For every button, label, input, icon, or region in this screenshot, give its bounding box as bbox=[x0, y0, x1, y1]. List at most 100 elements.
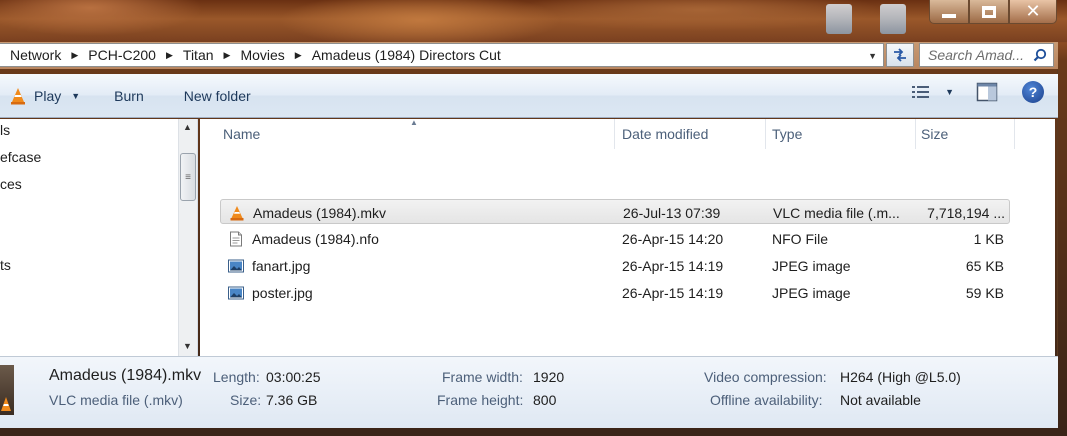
breadcrumb-chevron-icon[interactable]: ▶ bbox=[71, 50, 78, 61]
new-folder-button[interactable]: New folder bbox=[178, 81, 257, 111]
play-chevron-down-icon[interactable]: ▼ bbox=[71, 91, 80, 101]
file-name-cell: Amadeus (1984).mkv bbox=[229, 200, 609, 225]
breadcrumb-titan[interactable]: Titan ▶ bbox=[183, 47, 241, 63]
file-size: 1 KB bbox=[973, 230, 1004, 247]
length-label: Length: bbox=[213, 369, 260, 385]
file-size: 7,718,194 ... bbox=[927, 204, 1005, 221]
burn-button[interactable]: Burn bbox=[108, 81, 150, 111]
help-icon[interactable]: ? bbox=[1022, 81, 1044, 103]
text-file-icon bbox=[230, 231, 242, 246]
nav-item[interactable]: efcase bbox=[0, 149, 41, 165]
file-date: 26-Apr-15 14:20 bbox=[622, 230, 724, 247]
minimize-icon bbox=[942, 13, 956, 18]
address-history-chevron-down-icon[interactable]: ▼ bbox=[868, 51, 877, 61]
minimize-button[interactable] bbox=[929, 0, 969, 24]
search-placeholder: Search Amad... bbox=[928, 47, 1024, 63]
file-row[interactable]: fanart.jpg 26-Apr-15 14:19 JPEG image 65… bbox=[220, 253, 1010, 278]
file-date: 26-Apr-15 14:19 bbox=[622, 257, 724, 274]
details-file-type: VLC media file (.mkv) bbox=[49, 392, 183, 408]
view-options-chevron-down-icon[interactable]: ▼ bbox=[945, 87, 954, 97]
search-icon[interactable] bbox=[1033, 48, 1047, 62]
breadcrumb-current-folder[interactable]: Amadeus (1984) Directors Cut bbox=[312, 47, 501, 63]
column-header-type[interactable]: Type bbox=[764, 119, 916, 149]
command-bar: Play ▼ Burn New folder ▼ ? bbox=[0, 74, 1058, 118]
file-name: Amadeus (1984).nfo bbox=[252, 230, 379, 247]
preview-pane-icon[interactable] bbox=[976, 82, 998, 102]
explorer-window: Network ▶ PCH-C200 ▶ Titan ▶ Movies ▶ Amadeu… bbox=[0, 42, 1058, 428]
file-name: poster.jpg bbox=[252, 284, 313, 301]
play-button[interactable]: Play ▼ bbox=[4, 81, 86, 111]
frame-width-label: Frame width: bbox=[442, 369, 523, 385]
scroll-down-icon[interactable]: ▼ bbox=[183, 341, 192, 351]
window-controls: ✕ bbox=[929, 0, 1057, 26]
scrollbar-thumb[interactable]: ≡ bbox=[180, 153, 196, 201]
file-list: ▲ Name Date modified Type Size Amadeus (… bbox=[200, 118, 1055, 356]
details-file-name: Amadeus (1984).mkv bbox=[49, 367, 202, 384]
file-row[interactable]: Amadeus (1984).nfo 26-Apr-15 14:20 NFO F… bbox=[220, 226, 1010, 251]
breadcrumb-network[interactable]: Network ▶ bbox=[10, 47, 88, 63]
refresh-button[interactable] bbox=[886, 43, 914, 67]
frame-width-value: 1920 bbox=[533, 369, 565, 385]
file-size: 59 KB bbox=[965, 284, 1004, 301]
size-value: 7.36 GB bbox=[266, 392, 318, 408]
vlc-cone-icon bbox=[1, 397, 11, 411]
file-name: Amadeus (1984).mkv bbox=[253, 204, 387, 221]
file-type: JPEG image bbox=[772, 257, 851, 274]
nav-item[interactable]: ls bbox=[0, 122, 10, 138]
offline-availability-value: Not available bbox=[840, 392, 921, 408]
burn-label: Burn bbox=[114, 87, 144, 104]
file-thumbnail bbox=[0, 365, 14, 415]
file-size: 65 KB bbox=[965, 257, 1004, 274]
file-type: VLC media file (.m... bbox=[773, 204, 900, 221]
file-date: 26-Jul-13 07:39 bbox=[623, 204, 721, 221]
search-input[interactable]: Search Amad... bbox=[919, 43, 1054, 67]
vlc-cone-icon bbox=[11, 87, 25, 104]
vlc-cone-icon bbox=[230, 205, 244, 220]
nav-item[interactable]: ts bbox=[0, 257, 11, 273]
video-compression-label: Video compression: bbox=[704, 369, 827, 385]
close-icon: ✕ bbox=[1025, 1, 1041, 21]
file-type: NFO File bbox=[772, 230, 828, 247]
navigation-scrollbar[interactable]: ▲ ≡ ▼ bbox=[178, 119, 197, 356]
breadcrumb-chevron-icon[interactable]: ▶ bbox=[166, 50, 173, 61]
toolbar-right-group: ▼ ? bbox=[911, 81, 1044, 103]
desktop-shortcut-icon[interactable] bbox=[826, 4, 852, 34]
file-type: JPEG image bbox=[772, 284, 851, 301]
file-row[interactable]: Amadeus (1984).mkv 26-Jul-13 07:39 VLC m… bbox=[220, 199, 1010, 224]
file-row[interactable]: poster.jpg 26-Apr-15 14:19 JPEG image 59… bbox=[220, 280, 1010, 305]
address-bar[interactable]: Network ▶ PCH-C200 ▶ Titan ▶ Movies ▶ Amadeu… bbox=[0, 43, 884, 67]
desktop-background: ✕ bbox=[0, 0, 1067, 42]
size-label: Size: bbox=[230, 392, 262, 408]
change-view-icon[interactable] bbox=[911, 84, 931, 100]
maximize-button[interactable] bbox=[969, 0, 1009, 24]
image-file-icon bbox=[228, 286, 244, 299]
details-pane: Amadeus (1984).mkv VLC media file (.mkv)… bbox=[0, 356, 1058, 428]
frame-height-label: Frame height: bbox=[437, 392, 524, 408]
breadcrumb-movies[interactable]: Movies ▶ bbox=[240, 47, 311, 63]
file-name-cell: Amadeus (1984).nfo bbox=[228, 226, 608, 251]
new-folder-label: New folder bbox=[183, 87, 251, 104]
close-button[interactable]: ✕ bbox=[1009, 0, 1057, 24]
file-date: 26-Apr-15 14:19 bbox=[622, 284, 724, 301]
navigation-pane: ls efcase ces ts ▲ ≡ ▼ bbox=[0, 119, 198, 356]
column-header-size[interactable]: Size bbox=[913, 119, 1015, 149]
play-label: Play bbox=[34, 87, 62, 104]
scroll-up-icon[interactable]: ▲ bbox=[183, 122, 192, 132]
file-name-cell: poster.jpg bbox=[228, 280, 608, 305]
refresh-icon bbox=[894, 48, 906, 62]
video-compression-value: H264 (High @L5.0) bbox=[840, 369, 961, 385]
file-name-cell: fanart.jpg bbox=[228, 253, 608, 278]
breadcrumb-pch-c200[interactable]: PCH-C200 ▶ bbox=[88, 47, 183, 63]
column-header-date-modified[interactable]: Date modified bbox=[614, 119, 766, 149]
breadcrumb-chevron-icon[interactable]: ▶ bbox=[295, 50, 302, 61]
address-row: Network ▶ PCH-C200 ▶ Titan ▶ Movies ▶ Amadeu… bbox=[0, 42, 1058, 69]
frame-height-value: 800 bbox=[533, 392, 557, 408]
desktop-shortcut-icon[interactable] bbox=[880, 4, 906, 34]
breadcrumb-chevron-icon[interactable]: ▶ bbox=[224, 50, 231, 61]
column-header-name[interactable]: Name bbox=[215, 119, 615, 149]
column-header-row: ▲ Name Date modified Type Size bbox=[200, 118, 1015, 149]
length-value: 03:00:25 bbox=[266, 369, 321, 385]
nav-item[interactable]: ces bbox=[0, 176, 22, 192]
maximize-icon bbox=[982, 5, 996, 18]
image-file-icon bbox=[228, 259, 244, 272]
